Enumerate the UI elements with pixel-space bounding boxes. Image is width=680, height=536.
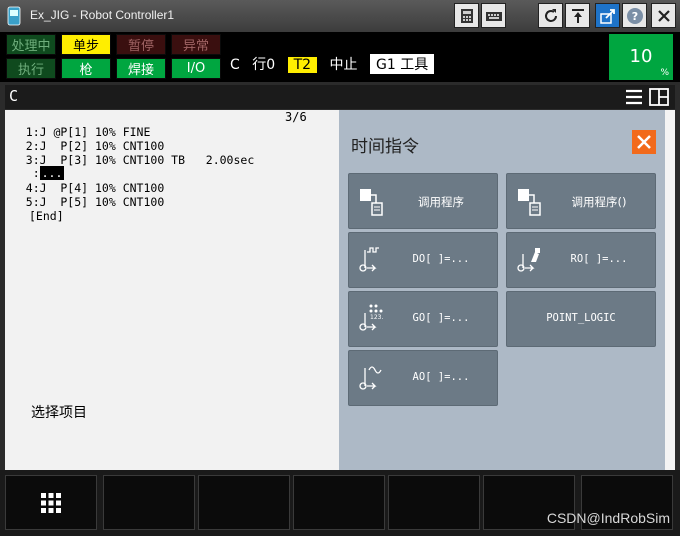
program-line-current[interactable]: :... [5, 166, 65, 180]
program-end: [End] [29, 209, 64, 223]
prompt-text: 选择项目 [31, 405, 87, 421]
function-key-f1[interactable] [103, 475, 195, 530]
status-line-number: 行0 [252, 57, 276, 73]
program-line[interactable]: 4:J P[4] 10% CNT100 [5, 181, 164, 195]
status-weld: 焊接 [116, 58, 166, 79]
call-program-icon [518, 189, 541, 216]
status-tool: G1 工具 [369, 54, 435, 74]
line-count: 3/6 [285, 110, 307, 124]
function-key-bar: CSDN@IndRobSim [0, 470, 680, 536]
speed-override[interactable]: 10 % [609, 34, 673, 80]
status-step: 单步 [61, 34, 111, 55]
button-label: 调用程序 [418, 195, 464, 209]
refresh-icon [544, 8, 557, 22]
point-logic-button[interactable]: POINT_LOGIC [506, 291, 656, 347]
share-button[interactable] [595, 3, 620, 28]
button-label: RO[ ]=... [570, 253, 628, 265]
function-key-f4[interactable] [388, 475, 480, 530]
watermark: CSDN@IndRobSim [546, 510, 670, 526]
call-program-button[interactable]: 调用程序 [348, 173, 498, 229]
group-output-icon: 123. [359, 304, 383, 331]
button-label: POINT_LOGIC [546, 312, 616, 324]
function-key-f2[interactable] [198, 475, 290, 530]
status-hold: 暂停 [116, 34, 166, 55]
program-editor[interactable]: 3/6 1:J @P[1] 10% FINE 2:J P[2] 10% CNT1… [5, 110, 339, 470]
status-fault: 异常 [171, 34, 221, 55]
call-program-icon [360, 189, 383, 216]
scrollbar[interactable] [665, 110, 675, 470]
help-icon: ? [626, 7, 643, 24]
keypad-button[interactable] [454, 3, 479, 28]
call-program-args-button[interactable]: 调用程序() [506, 173, 656, 229]
grid-menu-icon [41, 492, 61, 513]
program-line[interactable]: 1:J @P[1] 10% FINE [5, 125, 151, 139]
do-button[interactable]: DO[ ]=... [348, 232, 498, 288]
button-label: AO[ ]=... [412, 371, 470, 383]
teach-pendant-icon [7, 6, 21, 26]
close-icon [657, 9, 670, 22]
button-label: GO[ ]=... [412, 312, 470, 324]
svg-text:123.: 123. [370, 314, 383, 321]
title-bar: Ex_JIG - Robot Controller1 ? [0, 0, 680, 32]
window-title: Ex_JIG - Robot Controller1 [30, 8, 175, 22]
go-button[interactable]: 123. GO[ ]=... [348, 291, 498, 347]
keypad-icon [460, 8, 473, 23]
status-mode: C [230, 57, 240, 73]
program-line[interactable]: 5:J P[5] 10% CNT100 [5, 195, 164, 209]
menu-icon[interactable] [625, 88, 643, 106]
button-label: 调用程序() [571, 195, 627, 209]
override-value: 10 [629, 46, 653, 67]
edit-cursor: ... [39, 166, 65, 180]
digital-output-icon [359, 247, 379, 272]
program-line[interactable]: 3:J P[3] 10% CNT100 TB 2.00sec [5, 153, 254, 167]
robot-output-icon [517, 248, 540, 272]
ao-button[interactable]: AO[ ]=... [348, 350, 498, 406]
menu-grid-button[interactable] [5, 475, 97, 530]
panel-title: 时间指令 [351, 137, 419, 157]
close-icon [637, 135, 651, 149]
status-busy: 处理中 [6, 34, 56, 55]
status-gun: 枪 [61, 58, 111, 79]
analog-output-icon [359, 366, 382, 390]
status-bar: 处理中 单步 暂停 异常 执行 枪 焊接 I/O C 行0 T2 中止 G1 工… [0, 32, 680, 82]
override-unit: % [660, 68, 669, 78]
program-window-header: C [5, 85, 675, 109]
status-io: I/O [171, 58, 221, 79]
program-line[interactable]: 2:J P[2] 10% CNT100 [5, 139, 164, 153]
line-marker: : [5, 166, 40, 180]
panel-close-button[interactable] [632, 130, 656, 154]
button-label: DO[ ]=... [412, 253, 470, 265]
split-view-icon[interactable] [649, 88, 669, 106]
svg-text:?: ? [631, 10, 637, 23]
share-icon [599, 8, 615, 24]
status-run: 执行 [6, 58, 56, 79]
help-button[interactable]: ? [622, 3, 647, 28]
function-key-f3[interactable] [293, 475, 385, 530]
program-window-label: C [9, 87, 19, 105]
move-top-icon [571, 8, 584, 23]
move-to-top-button[interactable] [565, 3, 590, 28]
close-window-button[interactable] [651, 3, 676, 28]
status-state: 中止 [329, 57, 358, 73]
status-tool-mode: T2 [287, 57, 318, 73]
instruction-panel: 时间指令 调用程序 调用程序() DO[ ]=... RO[ ]=... 123… [339, 110, 665, 470]
keyboard-icon [485, 11, 502, 21]
refresh-button[interactable] [538, 3, 563, 28]
keyboard-button[interactable] [481, 3, 506, 28]
status-line: C 行0 T2 中止 G1 工具 [230, 54, 442, 74]
ro-button[interactable]: RO[ ]=... [506, 232, 656, 288]
